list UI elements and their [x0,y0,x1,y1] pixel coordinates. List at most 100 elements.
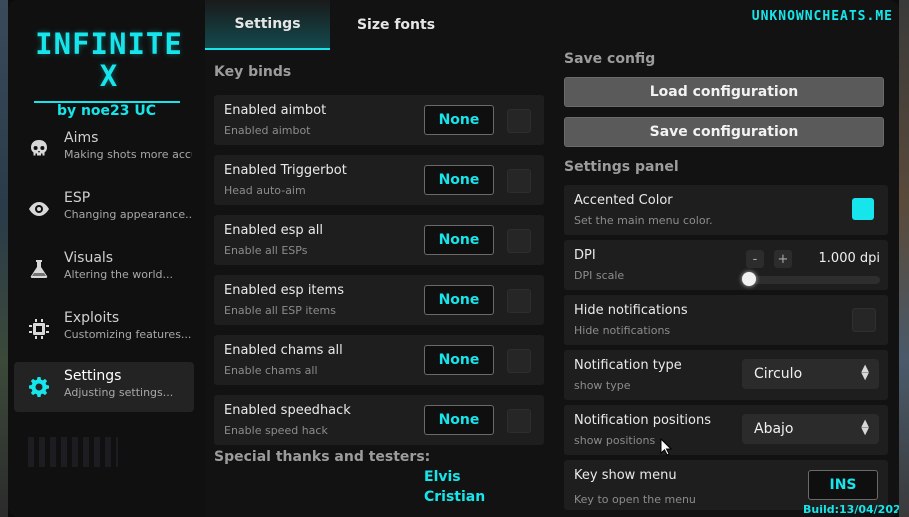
tab-settings[interactable]: Settings [205,0,330,50]
keybind-checkbox[interactable] [507,409,531,433]
sidebar-item-esp[interactable]: ESP Changing appearance... [14,184,194,234]
keybind-checkbox[interactable] [507,109,531,133]
keybind-subtitle: Enable chams all [224,364,318,377]
sidebar-item-title: Aims [64,130,99,146]
menu-key-button[interactable]: INS [808,470,878,500]
sidebar-item-subtitle: Changing appearance... [64,208,192,221]
tab-size-fonts[interactable]: Size fonts [338,0,454,50]
keybind-button[interactable]: None [424,225,494,255]
keybind-row-chams-all: Enabled chams all Enable chams all None [214,335,544,385]
eye-icon [28,198,50,220]
settings-panel-section-title: Settings panel [564,159,679,175]
keybind-button[interactable]: None [424,345,494,375]
setting-title: Notification type [574,358,682,373]
notification-type-row: Notification type show type Circulo ▲ ▼ [564,350,888,400]
logo-line2: X [99,59,119,93]
keybind-title: Enabled aimbot [224,103,327,118]
thanks-name: Cristian [424,489,486,505]
logo-line1: INFINITE [35,27,183,61]
setting-subtitle: Key to open the menu [574,493,696,506]
setting-subtitle: DPI scale [574,269,625,282]
chip-icon [28,318,50,340]
build-label: Build:13/04/2025 [803,503,899,516]
chevron-updown-icon: ▲ ▼ [861,363,869,382]
chevron-updown-icon: ▲ ▼ [861,418,869,437]
setting-subtitle: Set the main menu color. [574,214,713,227]
gear-icon [28,376,50,398]
skull-icon [28,138,50,160]
keybind-row-speedhack: Enabled speedhack Enable speed hack None [214,395,544,445]
sidebar-item-title: Exploits [64,310,120,326]
keybind-button[interactable]: None [424,405,494,435]
notification-positions-select[interactable]: Abajo ▲ ▼ [742,414,879,444]
mouse-cursor-icon [660,438,672,456]
logo-subtitle: by noe23 UC [56,103,157,119]
thanks-name: Elvis [424,469,461,485]
keybind-checkbox[interactable] [507,349,531,373]
keybind-checkbox[interactable] [507,169,531,193]
save-config-section-title: Save config [564,51,656,67]
select-value: Circulo [754,366,803,382]
flask-icon [28,258,50,280]
select-value: Abajo [754,421,794,437]
sidebar-item-exploits[interactable]: Exploits Customizing features... [14,304,194,354]
setting-title: DPI [574,248,596,263]
logo: INFINITE X [34,28,184,92]
dpi-row: DPI DPI scale - + 1.000 dpi [564,240,888,290]
accent-color-swatch[interactable] [852,198,874,220]
keybind-button[interactable]: None [424,165,494,195]
thanks-title: Special thanks and testers: [214,449,431,465]
keybind-title: Enabled chams all [224,343,343,358]
sidebar-item-aims[interactable]: Aims Making shots more accu [14,124,194,174]
hide-notifications-checkbox[interactable] [852,308,876,332]
keybind-row-esp-items: Enabled esp items Enable all ESP items N… [214,275,544,325]
keybind-button[interactable]: None [424,105,494,135]
sidebar: INFINITE X by noe23 UC Aims Making shots… [8,0,205,517]
keybind-checkbox[interactable] [507,229,531,253]
dpi-decrease-button[interactable]: - [746,250,764,268]
sidebar-item-title: ESP [64,190,91,206]
notification-type-select[interactable]: Circulo ▲ ▼ [742,359,879,389]
sidebar-item-subtitle: Customizing features... [64,328,192,341]
keybind-checkbox[interactable] [507,289,531,313]
sidebar-item-subtitle: Making shots more accu [64,148,192,161]
setting-subtitle: show positions [574,434,656,447]
keybind-subtitle: Enable all ESPs [224,244,308,257]
background-left-edge [0,0,8,517]
accented-color-row: Accented Color Set the main menu color. [564,185,888,235]
keybind-button[interactable]: None [424,285,494,315]
notification-positions-row: Notification positions show positions Ab… [564,405,888,455]
dpi-slider-handle[interactable] [742,272,756,286]
setting-title: Key show menu [574,468,677,483]
keybind-subtitle: Head auto-aim [224,184,306,197]
keybind-title: Enabled Triggerbot [224,163,347,178]
keybind-subtitle: Enabled aimbot [224,124,311,137]
dpi-value: 1.000 dpi [818,251,880,266]
sidebar-blurred-item [28,437,118,467]
sidebar-item-settings[interactable]: Settings Adjusting settings... [14,362,194,412]
keybind-row-aimbot: Enabled aimbot Enabled aimbot None [214,95,544,145]
keybind-title: Enabled esp items [224,283,344,298]
setting-subtitle: Hide notifications [574,324,671,337]
keybinds-section-title: Key binds [214,64,292,80]
keybind-subtitle: Enable all ESP items [224,304,336,317]
keybind-row-esp-all: Enabled esp all Enable all ESPs None [214,215,544,265]
setting-title: Accented Color [574,193,673,208]
keybind-title: Enabled speedhack [224,403,351,418]
sidebar-item-title: Visuals [64,250,114,266]
setting-subtitle: show type [574,379,631,392]
hide-notifications-row: Hide notifications Hide notifications [564,295,888,345]
keybind-subtitle: Enable speed hack [224,424,328,437]
load-configuration-button[interactable]: Load configuration [564,77,884,107]
menu-window: INFINITE X by noe23 UC Aims Making shots… [8,0,899,517]
background-right-edge [899,0,909,517]
keybind-row-triggerbot: Enabled Triggerbot Head auto-aim None [214,155,544,205]
setting-title: Hide notifications [574,303,688,318]
dpi-slider-track[interactable] [742,276,880,284]
keybind-title: Enabled esp all [224,223,324,238]
dpi-increase-button[interactable]: + [774,250,792,268]
save-configuration-button[interactable]: Save configuration [564,117,884,147]
sidebar-item-subtitle: Altering the world... [64,268,174,281]
sidebar-item-visuals[interactable]: Visuals Altering the world... [14,244,194,294]
setting-title: Notification positions [574,413,711,428]
